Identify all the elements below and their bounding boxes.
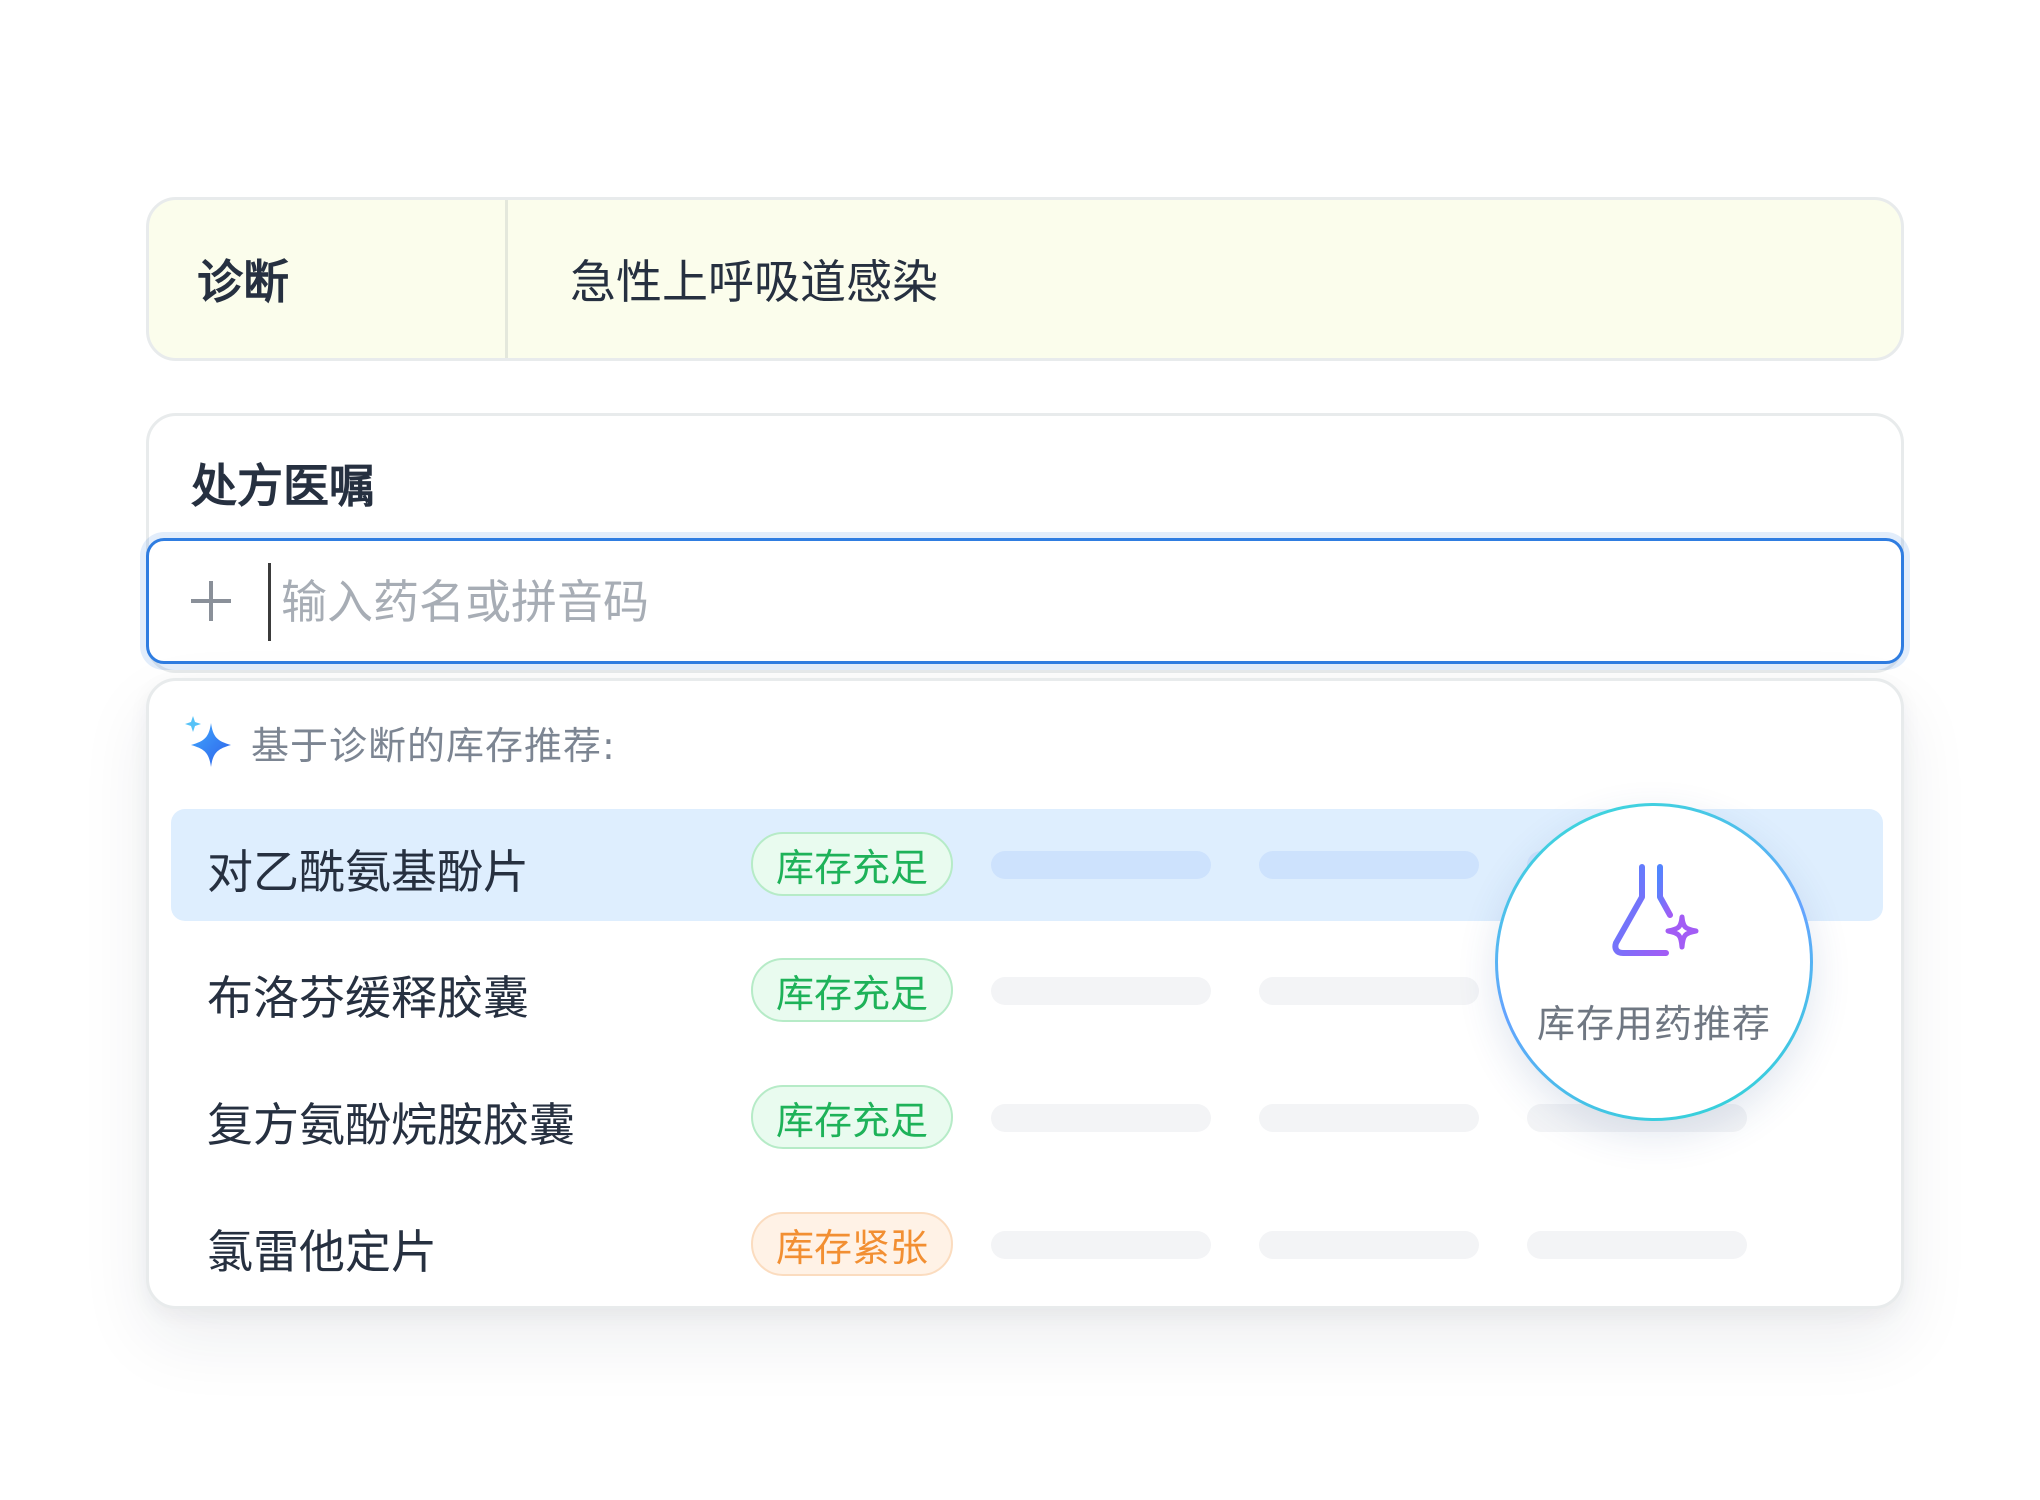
diagnosis-value: 急性上呼吸道感染 xyxy=(570,255,938,309)
feature-label: 库存用药推荐 xyxy=(1536,1002,1771,1046)
stock-status-badge: 库存充足 xyxy=(751,958,953,1022)
diagnosis-label: 诊断 xyxy=(149,200,508,358)
placeholder-bar xyxy=(1259,851,1479,879)
drug-search-box[interactable] xyxy=(146,538,1904,664)
placeholder-bar xyxy=(991,1231,1211,1259)
drug-row[interactable]: 氯雷他定片 库存紧张 xyxy=(171,1189,1883,1301)
placeholder-bar xyxy=(991,1104,1211,1132)
drug-search-input[interactable] xyxy=(268,563,1783,641)
recommendation-header-text: 基于诊断的库存推荐: xyxy=(251,723,616,768)
placeholder-bar xyxy=(1527,1231,1747,1259)
stock-status-badge: 库存紧张 xyxy=(751,1212,953,1276)
drug-name: 复方氨酚烷胺胶囊 xyxy=(207,1098,575,1152)
placeholder-bar xyxy=(1259,977,1479,1005)
placeholder-bar xyxy=(1259,1231,1479,1259)
drug-name: 氯雷他定片 xyxy=(207,1225,437,1279)
drug-name: 布洛芬缓释胶囊 xyxy=(207,971,529,1025)
recommendation-header: 基于诊断的库存推荐: xyxy=(183,715,616,769)
flask-sparkle-icon xyxy=(1612,864,1699,956)
stock-status-badge: 库存充足 xyxy=(751,832,953,896)
stock-status-badge: 库存充足 xyxy=(751,1085,953,1149)
placeholder-bar xyxy=(991,977,1211,1005)
plus-icon[interactable] xyxy=(191,581,231,621)
prescription-title: 处方医嘱 xyxy=(191,459,375,513)
placeholder-bar xyxy=(991,851,1211,879)
drug-name: 对乙酰氨基酚片 xyxy=(207,845,529,899)
diagnosis-card: 诊断 急性上呼吸道感染 xyxy=(146,197,1904,361)
stock-recommendation-feature[interactable]: 库存用药推荐 xyxy=(1495,803,1813,1121)
placeholder-bar xyxy=(1259,1104,1479,1132)
sparkle-icon xyxy=(185,716,231,767)
